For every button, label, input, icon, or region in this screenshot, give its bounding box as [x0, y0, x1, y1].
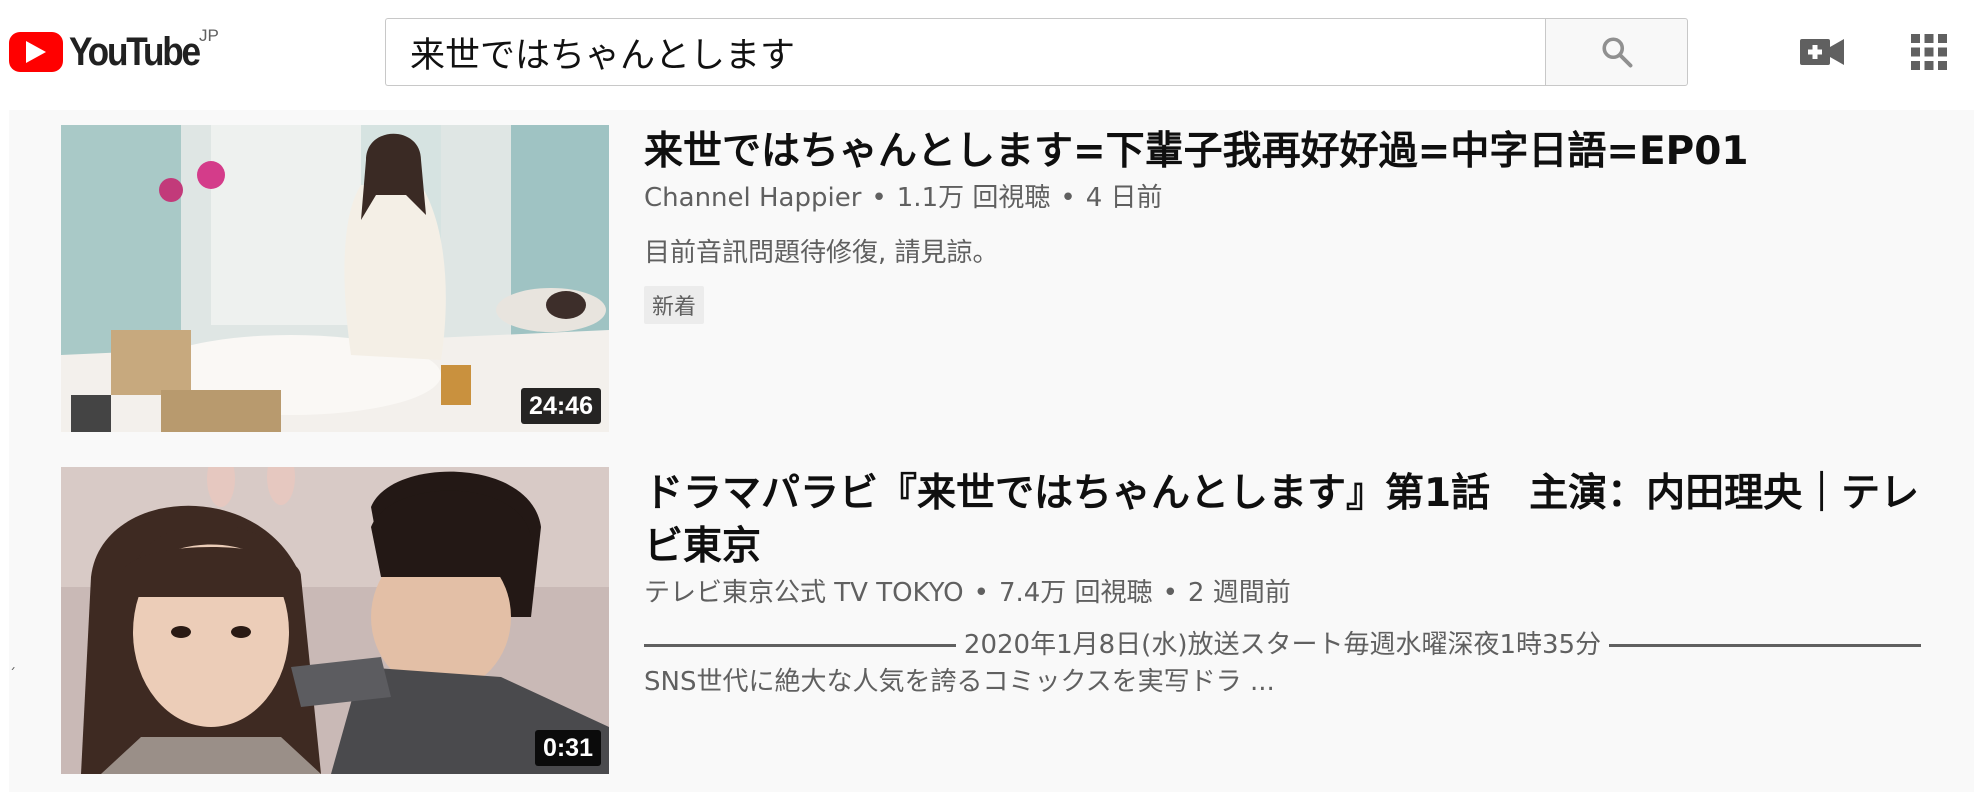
video-metadata: Channel Happier • 1.1万 回視聴 • 4 日前	[644, 180, 1944, 216]
upload-age: 4 日前	[1085, 183, 1163, 213]
video-duration: 24:46	[521, 388, 601, 424]
apps-button[interactable]	[1905, 30, 1953, 74]
youtube-logo[interactable]: YouTube JP	[9, 26, 219, 74]
description-rule-left	[644, 643, 956, 647]
channel-name[interactable]: Channel Happier	[644, 183, 861, 213]
video-thumbnail[interactable]: 24:46	[61, 125, 609, 432]
new-badge: 新着	[644, 286, 705, 324]
meta-separator: •	[1162, 578, 1178, 608]
description-rule-right	[1609, 643, 1922, 647]
video-info: ドラマパラビ『来世ではちゃんとします』第1話 主演：内田理央｜テレビ東京 テレビ…	[644, 467, 1944, 701]
thumbnail-image	[61, 467, 609, 774]
search-button[interactable]	[1545, 18, 1688, 86]
video-title[interactable]: 来世ではちゃんとします=下輩子我再好好過=中字日語=EP01	[644, 125, 1944, 178]
create-video-button[interactable]	[1798, 30, 1846, 74]
search-input[interactable]	[386, 19, 1545, 85]
meta-separator: •	[871, 183, 887, 213]
video-description: 目前音訊問題待修復, 請見諒。	[644, 238, 999, 268]
thumbnail-image	[61, 125, 609, 432]
view-count: 7.4万 回視聴	[998, 578, 1153, 608]
video-title[interactable]: ドラマパラビ『来世ではちゃんとします』第1話 主演：内田理央｜テレビ東京	[644, 467, 1944, 573]
logo-country-code: JP	[199, 26, 219, 45]
search-box[interactable]	[385, 18, 1545, 86]
apps-grid-icon	[1911, 34, 1947, 70]
meta-separator: •	[973, 578, 989, 608]
view-count: 1.1万 回視聴	[896, 183, 1051, 213]
video-duration: 0:31	[534, 730, 601, 766]
meta-separator: •	[1060, 183, 1076, 213]
scroll-edge-mark: ´	[9, 667, 16, 683]
video-thumbnail[interactable]: 0:31	[61, 467, 609, 774]
upload-age: 2 週間前	[1187, 578, 1291, 608]
masthead: YouTube JP	[0, 0, 1974, 110]
video-info: 来世ではちゃんとします=下輩子我再好好過=中字日語=EP01 Channel H…	[644, 125, 1944, 324]
video-description: 2020年1月8日(水)放送スタート毎週水曜深夜1時35分	[644, 627, 1922, 663]
search-results: 24:46 来世ではちゃんとします=下輩子我再好好過=中字日語=EP01 Cha…	[9, 110, 1974, 792]
video-metadata: テレビ東京公式 TV TOKYO • 7.4万 回視聴 • 2 週間前	[644, 575, 1944, 611]
play-logo-icon	[9, 32, 63, 72]
video-camera-add-icon	[1800, 39, 1844, 65]
description-broadcast-info: 2020年1月8日(水)放送スタート毎週水曜深夜1時35分	[963, 630, 1602, 660]
video-description-line2: SNS世代に絶大な人気を誇るコミックスを実写ドラ ...	[644, 667, 1275, 697]
channel-name[interactable]: テレビ東京公式 TV TOKYO	[644, 578, 964, 608]
logo-wordmark: YouTube	[69, 29, 201, 74]
search-icon	[1601, 37, 1632, 68]
